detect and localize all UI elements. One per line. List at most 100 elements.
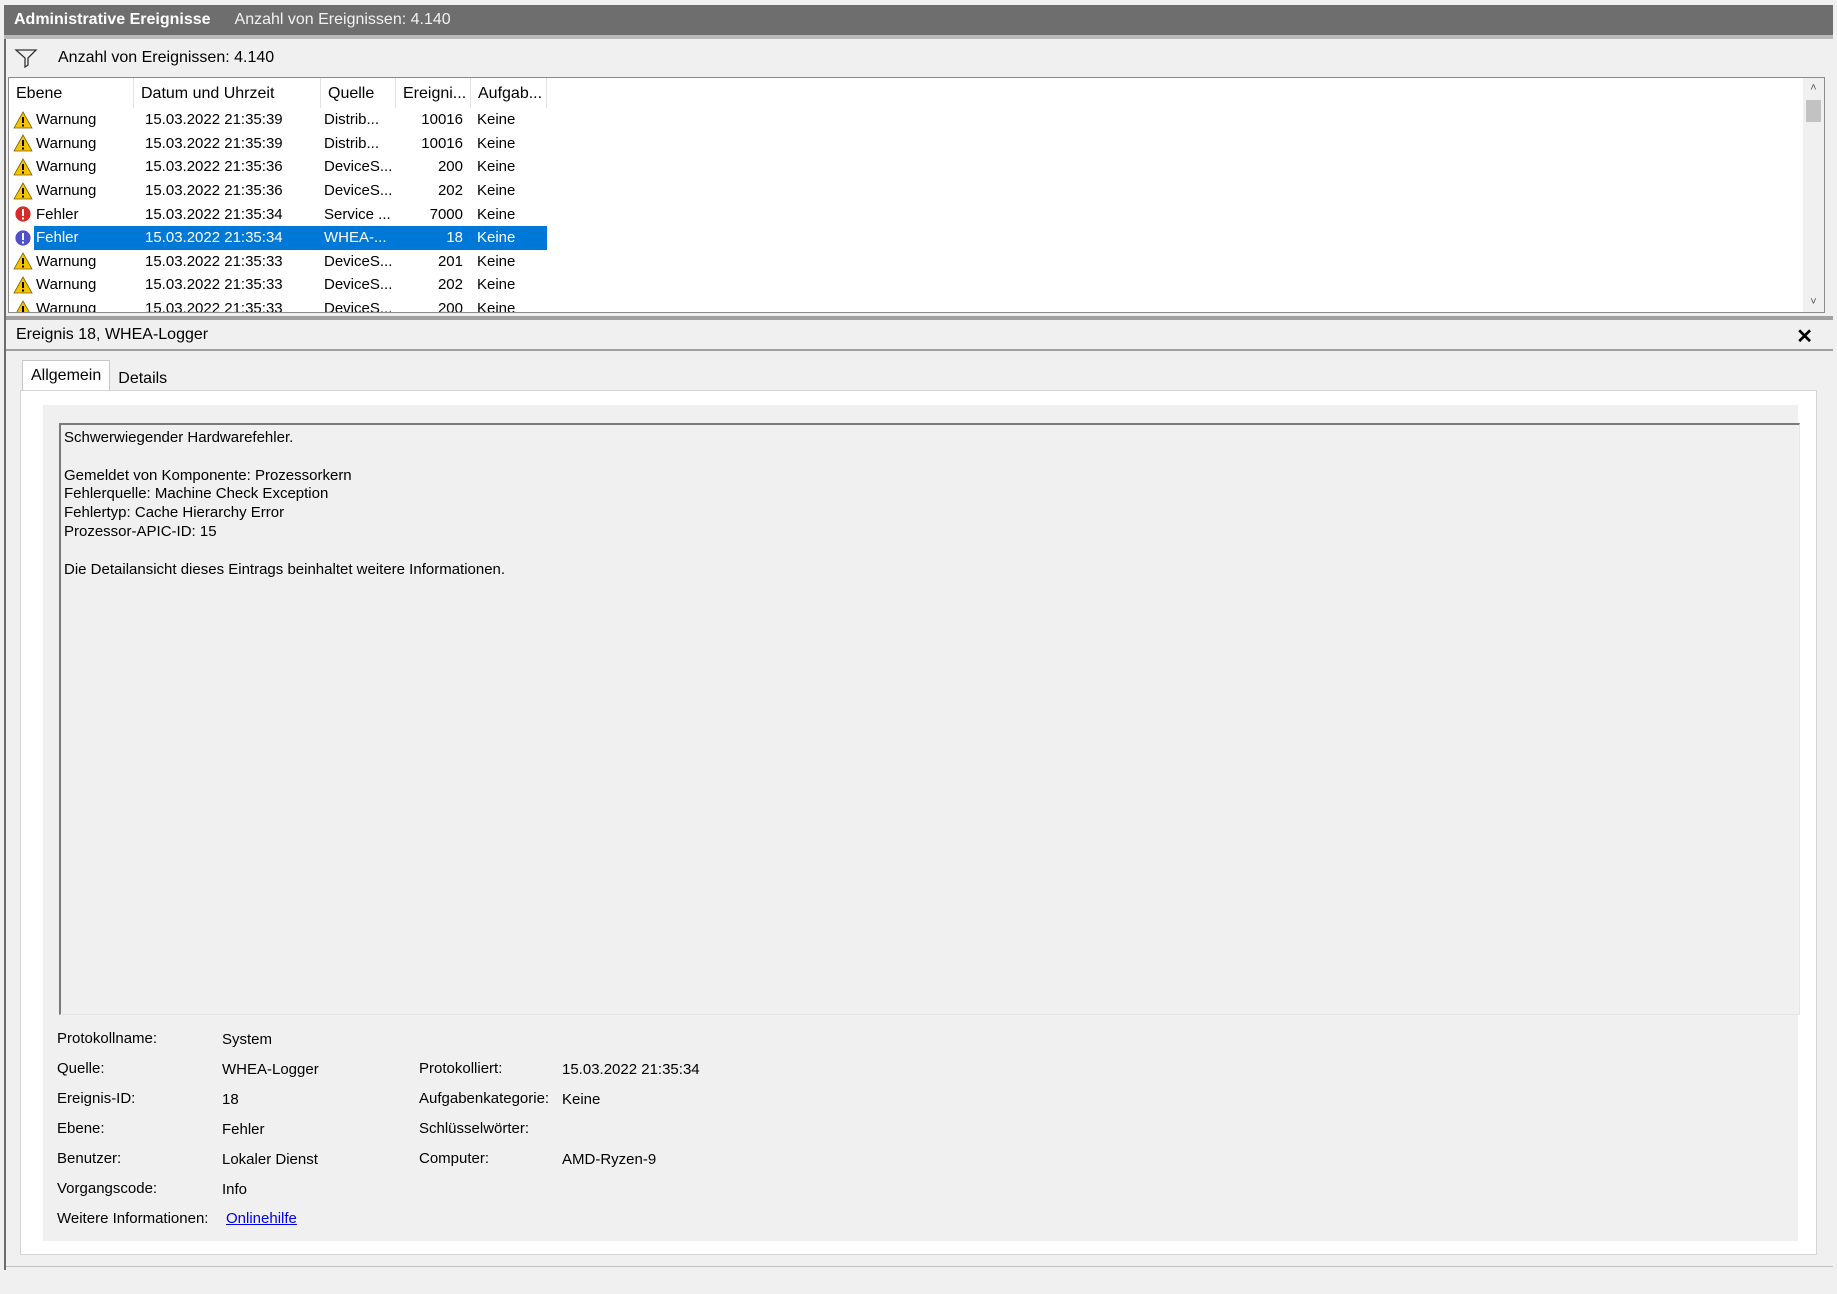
cell-task-category: Keine xyxy=(477,158,516,176)
column-header-source[interactable]: Quelle xyxy=(321,78,396,108)
column-header-datetime[interactable]: Datum und Uhrzeit xyxy=(134,78,321,108)
event-list-scrollbar[interactable]: ˄ ˅ xyxy=(1803,78,1824,312)
warning-icon xyxy=(13,181,36,200)
cell-datetime: 15.03.2022 21:35:36 xyxy=(145,182,283,200)
general-tab-content: Schwerwiegender Hardwarefehler. Gemeldet… xyxy=(43,405,1800,1241)
warning-icon xyxy=(13,276,36,294)
log-name-value[interactable]: System xyxy=(222,1031,272,1048)
cell-datetime: 15.03.2022 21:35:39 xyxy=(145,111,283,129)
table-row[interactable]: Warnung 15.03.2022 21:35:36 DeviceS... 200 K… xyxy=(9,155,1799,179)
user-label: Benutzer: xyxy=(57,1150,122,1167)
cell-level-text: Fehler xyxy=(36,229,79,247)
scrollbar-thumb[interactable] xyxy=(1806,100,1821,122)
column-header-event-id[interactable]: Ereigni... xyxy=(396,78,471,108)
task-category-value[interactable]: Keine xyxy=(562,1091,600,1108)
table-row[interactable]: Warnung 15.03.2022 21:35:33 DeviceS... 200 K… xyxy=(9,297,1799,313)
online-help-link[interactable]: Onlinehilfe xyxy=(226,1210,297,1227)
cell-datetime: 15.03.2022 21:35:39 xyxy=(145,134,283,152)
column-header-level[interactable]: Ebene xyxy=(9,78,134,108)
event-rows: Warnung 15.03.2022 21:35:39 Distrib... 1001… xyxy=(9,108,1799,313)
event-count-title: Anzahl von Ereignissen: 4.140 xyxy=(234,11,451,28)
table-row[interactable]: Warnung 15.03.2022 21:35:36 DeviceS... 202 K… xyxy=(9,179,1799,203)
level-value[interactable]: Fehler xyxy=(222,1121,265,1138)
cell-event-id: 10016 xyxy=(421,111,463,129)
logged-label: Protokolliert: xyxy=(419,1060,503,1077)
cell-source: DeviceS... xyxy=(324,252,393,270)
table-row[interactable]: Fehler 15.03.2022 21:35:34 Service ... 7000… xyxy=(9,202,1799,226)
close-icon[interactable]: ✕ xyxy=(1796,324,1813,349)
cell-task-category: Keine xyxy=(477,229,516,247)
cell-source: Distrib... xyxy=(324,134,380,152)
event-detail-header: Ereignis 18, WHEA-Logger ✕ xyxy=(6,321,1833,349)
filter-funnel-icon[interactable] xyxy=(14,48,40,68)
table-row[interactable]: Warnung 15.03.2022 21:35:33 DeviceS... 202 K… xyxy=(9,273,1799,297)
title-bar-separator xyxy=(4,35,1833,39)
scroll-up-arrow-icon[interactable]: ˄ xyxy=(1803,78,1824,98)
cell-level-text: Warnung xyxy=(36,158,97,176)
table-row[interactable]: Warnung 15.03.2022 21:35:33 DeviceS... 201 K… xyxy=(9,250,1799,274)
pane-splitter[interactable] xyxy=(6,316,1833,320)
table-row[interactable]: Warnung 15.03.2022 21:35:39 Distrib... 1001… xyxy=(9,132,1799,156)
cell-source: WHEA-... xyxy=(324,229,387,247)
opcode-value[interactable]: Info xyxy=(222,1181,247,1198)
cell-source: DeviceS... xyxy=(324,276,393,294)
general-tab-panel: Schwerwiegender Hardwarefehler. Gemeldet… xyxy=(20,390,1817,1255)
view-title: Administrative Ereignisse xyxy=(14,11,211,28)
cell-level-text: Warnung xyxy=(36,182,97,200)
source-value[interactable]: WHEA-Logger xyxy=(222,1061,319,1078)
scroll-down-arrow-icon[interactable]: ˅ xyxy=(1803,292,1824,312)
cell-task-category: Keine xyxy=(477,182,516,200)
cell-datetime: 15.03.2022 21:35:34 xyxy=(145,205,283,223)
cell-event-id: 202 xyxy=(437,276,463,294)
cell-task-category: Keine xyxy=(477,276,516,294)
computer-value[interactable]: AMD-Ryzen-9 xyxy=(562,1151,656,1168)
user-value[interactable]: Lokaler Dienst xyxy=(222,1151,318,1168)
cell-level: Warnung xyxy=(9,181,134,200)
event-list-header: Ebene Datum und Uhrzeit Quelle Ereigni..… xyxy=(9,78,547,108)
opcode-label: Vorgangscode: xyxy=(57,1180,158,1197)
cell-level: Warnung xyxy=(9,252,134,270)
cell-task-category: Keine xyxy=(477,252,516,270)
tab-general[interactable]: Allgemein xyxy=(22,360,111,392)
event-list[interactable]: Ebene Datum und Uhrzeit Quelle Ereigni..… xyxy=(8,77,1825,313)
cell-level-text: Warnung xyxy=(36,276,97,294)
filter-bar: Anzahl von Ereignissen: 4.140 xyxy=(6,40,1831,76)
more-info-label: Weitere Informationen: xyxy=(57,1210,209,1227)
cell-source: DeviceS... xyxy=(324,158,393,176)
cell-level-text: Warnung xyxy=(36,111,97,129)
cell-source: DeviceS... xyxy=(324,300,393,313)
cell-event-id: 201 xyxy=(437,252,463,270)
table-row[interactable]: Warnung 15.03.2022 21:35:39 Distrib... 1001… xyxy=(9,108,1799,132)
cell-datetime: 15.03.2022 21:35:33 xyxy=(145,300,283,313)
warning-icon xyxy=(13,134,36,152)
event-message-text[interactable]: Schwerwiegender Hardwarefehler. Gemeldet… xyxy=(59,423,1800,1015)
level-label: Ebene: xyxy=(57,1120,105,1137)
cell-event-id: 18 xyxy=(446,229,463,247)
cell-level-text: Fehler xyxy=(36,205,79,223)
view-title-bar: Administrative Ereignisse Anzahl von Ere… xyxy=(4,5,1833,35)
cell-task-category: Keine xyxy=(477,111,516,129)
cell-level-text: Warnung xyxy=(36,300,97,313)
cell-datetime: 15.03.2022 21:35:36 xyxy=(145,158,283,176)
cell-task-category: Keine xyxy=(477,134,516,152)
detail-tabs: Allgemein Details xyxy=(22,360,175,392)
cell-task-category: Keine xyxy=(477,300,516,313)
cell-datetime: 15.03.2022 21:35:34 xyxy=(145,229,283,247)
warning-icon xyxy=(13,252,36,270)
source-label: Quelle: xyxy=(57,1060,105,1077)
cell-level: Warnung xyxy=(9,276,134,294)
cell-event-id: 10016 xyxy=(421,134,463,152)
warning-icon xyxy=(13,158,36,176)
cell-source: Service ... xyxy=(324,205,391,223)
cell-level: Fehler xyxy=(9,205,134,223)
cell-event-id: 200 xyxy=(437,300,463,313)
event-id-value[interactable]: 18 xyxy=(222,1091,239,1108)
cell-event-id: 202 xyxy=(437,182,463,200)
cell-event-id: 7000 xyxy=(429,205,463,223)
log-name-label: Protokollname: xyxy=(57,1030,158,1047)
computer-label: Computer: xyxy=(419,1150,490,1167)
table-row[interactable]: Fehler 15.03.2022 21:35:34 WHEA-... 18 Keine xyxy=(9,225,1799,250)
column-header-task-category[interactable]: Aufgab... xyxy=(471,78,547,108)
logged-value[interactable]: 15.03.2022 21:35:34 xyxy=(562,1061,700,1078)
cell-source: Distrib... xyxy=(324,111,380,129)
